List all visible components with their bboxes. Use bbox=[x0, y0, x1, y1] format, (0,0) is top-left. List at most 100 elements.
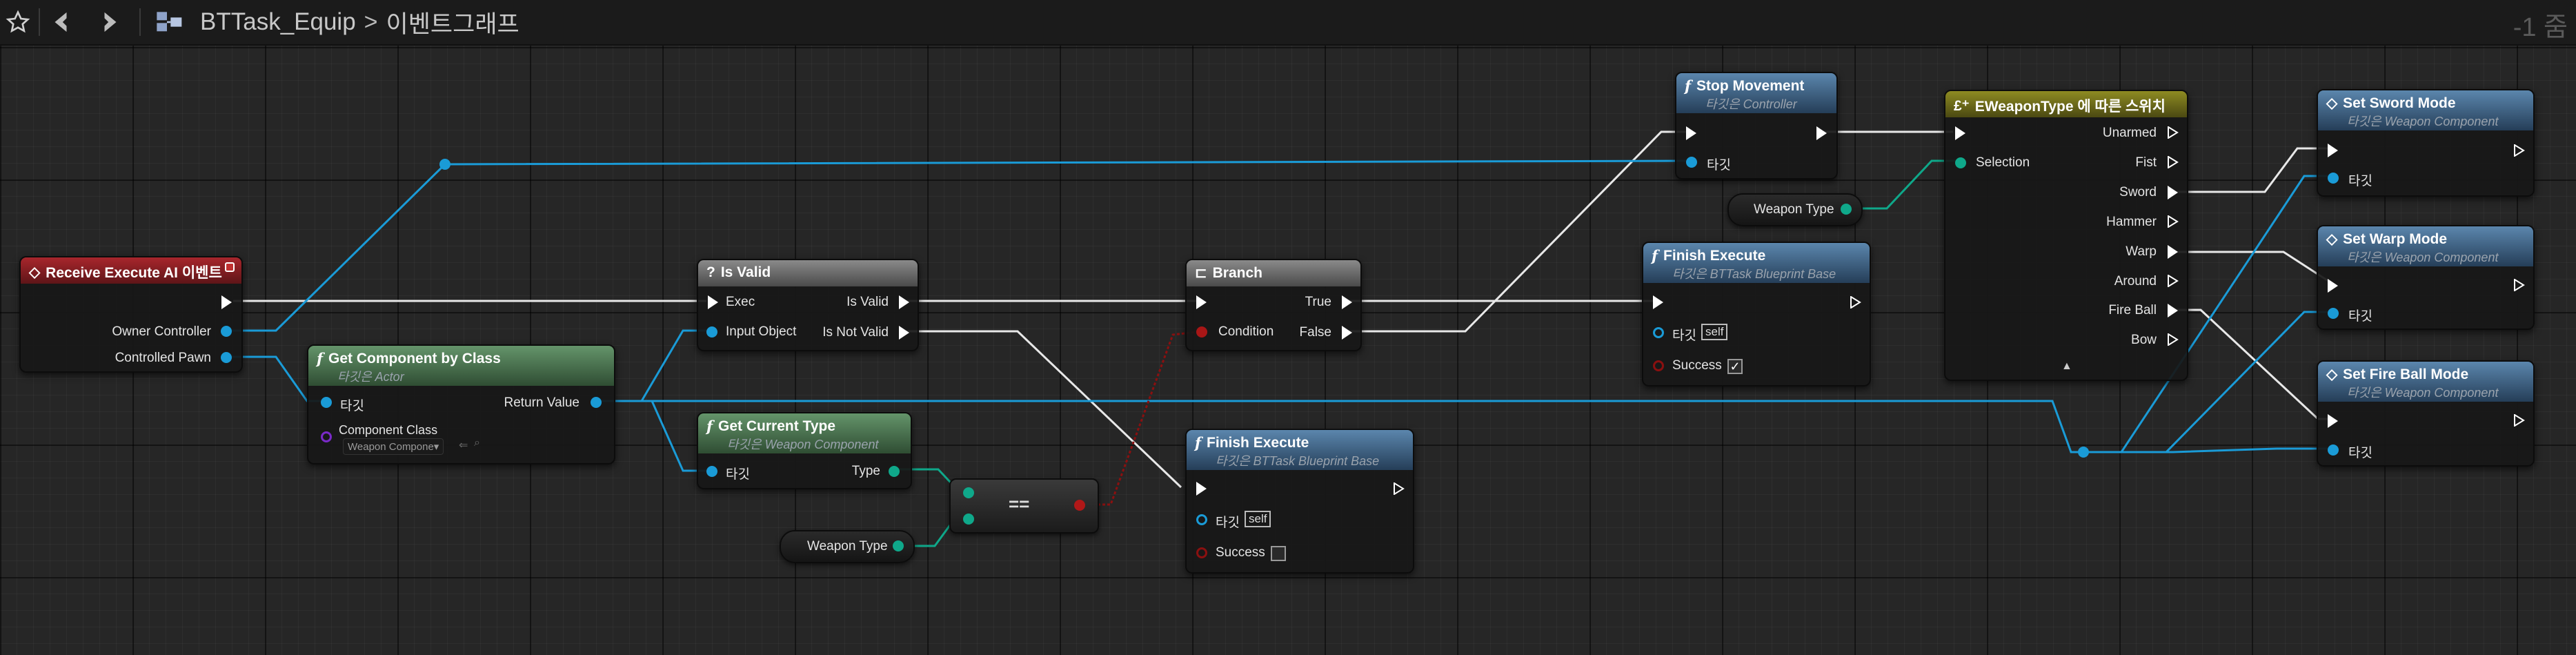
target-self-value[interactable]: self bbox=[1245, 511, 1271, 527]
pin-label-target: 타깃 bbox=[2348, 174, 2372, 188]
pin-label-target: 타깃 bbox=[1672, 329, 1696, 343]
expand-pins-icon[interactable]: ▲ bbox=[2061, 360, 2072, 373]
exec-in-pin[interactable] bbox=[2328, 144, 2338, 157]
success-checkbox[interactable]: ✓ bbox=[1727, 359, 1743, 374]
exec-in-pin[interactable] bbox=[1686, 126, 1696, 140]
pin-label-exec: Exec bbox=[726, 295, 755, 309]
bool-wire-equals-condition bbox=[1078, 330, 1203, 506]
pin-label-bow: Bow bbox=[2131, 333, 2157, 347]
set-fire-ball-mode-node[interactable]: ◇ Set Fire Ball Mode 타깃은 Weapon Component… bbox=[2317, 360, 2535, 467]
success-checkbox[interactable] bbox=[1271, 546, 1286, 561]
browse-arrow-icon[interactable]: ⇐ bbox=[459, 438, 468, 452]
exec-in-pin[interactable] bbox=[2328, 414, 2338, 428]
target-self-value[interactable]: self bbox=[1701, 324, 1728, 340]
exec-out-pin[interactable] bbox=[2514, 278, 2525, 292]
node-subtitle: 타깃은 Controller bbox=[1705, 97, 1797, 111]
node-subtitle: 타깃은 Weapon Component bbox=[2347, 386, 2499, 400]
equals-operator-label: == bbox=[1009, 493, 1030, 514]
object-wire-owner-stop bbox=[227, 159, 1690, 332]
get-current-type-node[interactable]: f Get Current Type 타깃은 Weapon Component 타… bbox=[697, 412, 912, 489]
node-title: Stop Movement bbox=[1696, 77, 1805, 94]
exec-out-pin[interactable] bbox=[2514, 144, 2525, 157]
exec-in-pin[interactable] bbox=[2328, 279, 2338, 293]
node-title: Set Fire Ball Mode bbox=[2343, 366, 2469, 382]
target-pin[interactable] bbox=[2328, 173, 2339, 184]
exec-in-pin[interactable] bbox=[1653, 295, 1663, 309]
controlled-pawn-pin[interactable] bbox=[221, 352, 232, 363]
equals-input-a-pin[interactable] bbox=[963, 487, 974, 498]
around-out-pin[interactable] bbox=[2168, 274, 2179, 288]
success-pin[interactable] bbox=[1653, 360, 1664, 371]
fist-out-pin[interactable] bbox=[2168, 155, 2179, 169]
target-pin[interactable] bbox=[2328, 444, 2339, 456]
finish-execute-node-failure[interactable]: f Finish Execute 타깃은 BTTask Blueprint Bas… bbox=[1185, 429, 1414, 574]
event-delegate-pin[interactable] bbox=[225, 262, 235, 272]
function-icon: f bbox=[1685, 77, 1692, 95]
pin-label-component-class: Component Class bbox=[339, 423, 438, 437]
condition-pin[interactable] bbox=[1196, 326, 1207, 338]
type-out-pin[interactable] bbox=[889, 466, 900, 477]
input-object-pin[interactable] bbox=[706, 326, 717, 338]
exec-out-pin[interactable] bbox=[1816, 126, 1827, 140]
exec-in-pin[interactable] bbox=[1955, 126, 1965, 140]
component-class-dropdown[interactable]: Weapon Compone▾ bbox=[343, 438, 444, 455]
is-not-valid-out-pin[interactable] bbox=[899, 326, 909, 340]
target-pin[interactable] bbox=[706, 466, 717, 477]
selection-pin[interactable] bbox=[1955, 157, 1966, 168]
is-valid-out-pin[interactable] bbox=[899, 295, 909, 309]
pin-label-false: False bbox=[1299, 325, 1331, 340]
question-icon: ? bbox=[706, 264, 715, 280]
switch-on-eweapontype-node[interactable]: £⁺ EWeaponType 에 따른 스위치 Selection Unarmed… bbox=[1944, 90, 2188, 381]
is-valid-node[interactable]: ? Is Valid Exec Is Valid Input Object Is … bbox=[697, 259, 919, 351]
target-pin[interactable] bbox=[1686, 157, 1697, 168]
true-out-pin[interactable] bbox=[1342, 295, 1352, 309]
target-pin[interactable] bbox=[1196, 514, 1207, 525]
warp-out-pin[interactable] bbox=[2168, 245, 2178, 259]
equals-input-b-pin[interactable] bbox=[963, 514, 974, 525]
component-class-pin[interactable] bbox=[321, 431, 332, 442]
weapon-type-variable-node[interactable]: Weapon Type bbox=[1727, 193, 1863, 226]
target-pin[interactable] bbox=[2328, 308, 2339, 319]
exec-out-pin[interactable] bbox=[1850, 295, 1861, 309]
success-pin[interactable] bbox=[1196, 547, 1207, 558]
search-icon[interactable]: ⌕ bbox=[474, 437, 480, 449]
stop-movement-node[interactable]: f Stop Movement 타깃은 Controller 타깃 bbox=[1675, 72, 1838, 179]
bow-out-pin[interactable] bbox=[2168, 333, 2179, 346]
receive-execute-ai-event-node[interactable]: ◇ Receive Execute AI 이벤트 Owner Controller… bbox=[19, 256, 243, 373]
target-pin[interactable] bbox=[1653, 327, 1664, 338]
setter-diamond-icon: ◇ bbox=[2326, 231, 2338, 247]
fire-ball-out-pin[interactable] bbox=[2168, 304, 2178, 317]
get-component-by-class-node[interactable]: f Get Component by Class 타깃은 Actor 타깃 Ret… bbox=[307, 344, 615, 465]
exec-in-pin[interactable] bbox=[1196, 482, 1207, 496]
set-sword-mode-node[interactable]: ◇ Set Sword Mode 타깃은 Weapon Component 타깃 bbox=[2317, 89, 2535, 197]
exec-out-pin[interactable] bbox=[2514, 413, 2525, 427]
wire-reroute-knot bbox=[439, 159, 450, 170]
false-out-pin[interactable] bbox=[1342, 326, 1352, 340]
branch-node[interactable]: ⊏ Branch True Condition False bbox=[1185, 259, 1362, 351]
function-icon: f bbox=[1195, 434, 1202, 451]
setter-diamond-icon: ◇ bbox=[2326, 95, 2338, 111]
sword-out-pin[interactable] bbox=[2168, 186, 2178, 199]
node-title: EWeaponType 에 따른 스위치 bbox=[1974, 99, 2166, 115]
owner-controller-pin[interactable] bbox=[221, 326, 232, 337]
pin-label-true: True bbox=[1305, 295, 1331, 309]
function-icon: f bbox=[1652, 247, 1658, 264]
hammer-out-pin[interactable] bbox=[2168, 215, 2179, 228]
set-warp-mode-node[interactable]: ◇ Set Warp Mode 타깃은 Weapon Component 타깃 bbox=[2317, 225, 2535, 330]
weapon-type-out-pin[interactable] bbox=[893, 540, 904, 551]
pin-label-type: Type bbox=[851, 464, 880, 478]
exec-out-pin[interactable] bbox=[221, 295, 232, 309]
return-value-pin[interactable] bbox=[591, 397, 602, 408]
node-title: Branch bbox=[1212, 264, 1262, 281]
equals-result-pin[interactable] bbox=[1074, 500, 1085, 511]
exec-out-pin[interactable] bbox=[1394, 482, 1405, 496]
exec-in-pin[interactable] bbox=[708, 295, 718, 309]
exec-in-pin[interactable] bbox=[1196, 295, 1207, 309]
finish-execute-node-success[interactable]: f Finish Execute 타깃은 BTTask Blueprint Bas… bbox=[1642, 242, 1871, 387]
pin-label-input-object: Input Object bbox=[726, 324, 797, 339]
unarmed-out-pin[interactable] bbox=[2168, 126, 2179, 139]
weapon-type-out-pin[interactable] bbox=[1841, 204, 1852, 215]
weapon-type-variable-node[interactable]: Weapon Type bbox=[780, 530, 915, 563]
equals-enum-node[interactable]: == bbox=[949, 478, 1099, 534]
target-pin[interactable] bbox=[321, 397, 332, 408]
